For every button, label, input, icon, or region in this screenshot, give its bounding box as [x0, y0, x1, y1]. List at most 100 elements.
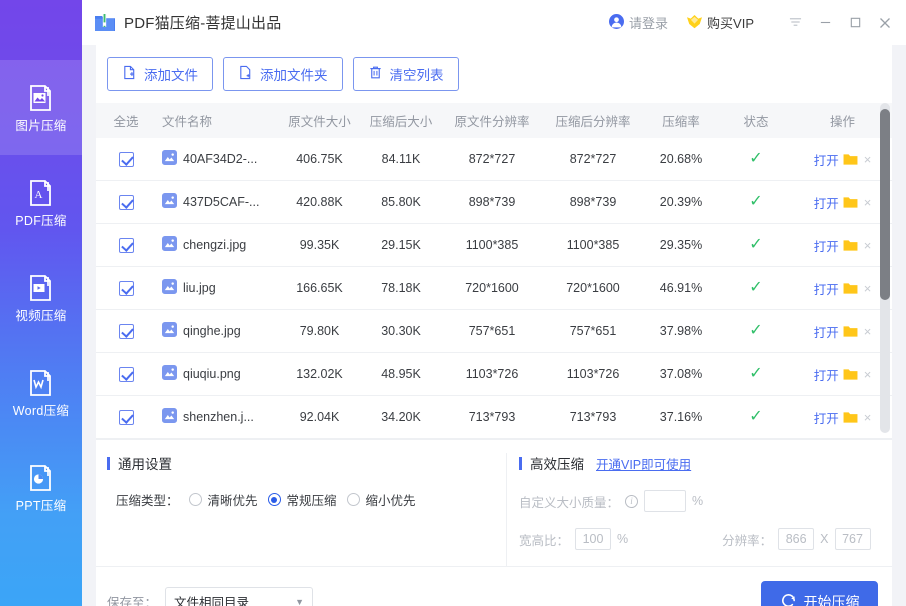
- image-file-icon: [162, 365, 177, 383]
- buy-vip-button[interactable]: 购买VIP: [686, 13, 754, 32]
- table-row[interactable]: 40AF34D2-... 406.75K 84.11K 872*727 872*727 2…: [96, 138, 892, 181]
- folder-icon[interactable]: [843, 368, 858, 381]
- row-ratio: 37.08%: [659, 367, 703, 381]
- row-file-name: shenzhen.j...: [183, 410, 254, 424]
- remove-file-button[interactable]: ×: [864, 195, 872, 210]
- sidebar-item-video-compress[interactable]: 视频压缩: [0, 250, 82, 345]
- column-file-name: 文件名称: [162, 115, 213, 129]
- open-file-link[interactable]: 打开: [814, 150, 839, 169]
- row-checkbox[interactable]: [118, 409, 134, 425]
- custom-quality-row: 自定义大小质量： i %: [519, 490, 892, 512]
- zip-folder-icon: [94, 12, 116, 34]
- sidebar-item-word-compress[interactable]: Word压缩: [0, 345, 82, 440]
- row-checkbox[interactable]: [118, 194, 134, 210]
- resolution-height-input[interactable]: 767: [834, 528, 871, 550]
- table-row[interactable]: liu.jpg 166.65K 78.18K 720*1600 720*1600 46.9…: [96, 267, 892, 310]
- row-file-name: liu.jpg: [183, 281, 216, 295]
- row-status: ✓: [719, 280, 793, 296]
- column-orig-res: 原文件分辨率: [454, 115, 530, 129]
- trash-icon: [368, 65, 383, 83]
- open-vip-link[interactable]: 开通VIP即可使用: [596, 454, 691, 473]
- buy-vip-label: 购买VIP: [707, 16, 754, 31]
- row-comp-size: 78.18K: [381, 281, 421, 295]
- row-orig-size: 406.75K: [296, 152, 343, 166]
- folder-icon[interactable]: [843, 239, 858, 252]
- row-checkbox[interactable]: [118, 237, 134, 253]
- radio-normal-compress[interactable]: [267, 493, 281, 506]
- user-avatar-icon: [609, 13, 625, 32]
- aspect-ratio-input[interactable]: 100: [575, 528, 612, 550]
- column-comp-res: 压缩后分辨率: [555, 115, 631, 129]
- remove-file-button[interactable]: ×: [864, 281, 872, 296]
- remove-file-button[interactable]: ×: [864, 367, 872, 382]
- menu-icon[interactable]: [780, 0, 810, 45]
- row-comp-res: 898*739: [569, 195, 617, 209]
- table-scrollbar[interactable]: [880, 103, 890, 433]
- minimize-icon[interactable]: [810, 0, 840, 45]
- efficient-settings: 高效压缩 开通VIP即可使用 自定义大小质量： i % 宽高比： 100 % 分…: [506, 453, 892, 566]
- row-file-cell: liu.jpg: [156, 279, 278, 297]
- row-actions: 打开 ×: [793, 279, 892, 298]
- start-compress-button[interactable]: 开始压缩: [761, 580, 878, 606]
- table-header-row: 全选 文件名称 原文件大小 压缩后大小 原文件分辨率 压缩后分辨率 压缩率 状态…: [96, 103, 892, 138]
- open-file-link[interactable]: 打开: [814, 365, 839, 384]
- row-orig-size: 92.04K: [299, 410, 340, 424]
- check-icon: ✓: [749, 365, 763, 382]
- table-row[interactable]: chengzi.jpg 99.35K 29.15K 1100*385 1100*385 2…: [96, 224, 892, 267]
- remove-file-button[interactable]: ×: [864, 238, 872, 253]
- settings-panel: 通用设置 压缩类型： 清晰优先 常规压缩 缩小优先 高效压缩 开通VIP即可使用…: [96, 439, 892, 566]
- add-file-button[interactable]: 添加文件: [107, 57, 213, 91]
- row-ratio: 37.16%: [659, 410, 703, 424]
- info-icon[interactable]: i: [625, 494, 639, 508]
- row-checkbox[interactable]: [118, 323, 134, 339]
- row-file-name: 40AF34D2-...: [183, 152, 258, 166]
- maximize-icon[interactable]: [840, 0, 870, 45]
- sidebar-item-image-compress[interactable]: 图片压缩: [0, 60, 82, 155]
- custom-quality-input[interactable]: [644, 490, 687, 512]
- folder-icon[interactable]: [843, 282, 858, 295]
- column-select-all[interactable]: 全选: [96, 111, 156, 130]
- open-file-link[interactable]: 打开: [814, 408, 839, 427]
- folder-icon[interactable]: [843, 411, 858, 424]
- remove-file-button[interactable]: ×: [864, 324, 872, 339]
- open-file-link[interactable]: 打开: [814, 279, 839, 298]
- save-location-value: 文件相同目录: [174, 596, 250, 606]
- row-checkbox[interactable]: [118, 280, 134, 296]
- open-file-link[interactable]: 打开: [814, 193, 839, 212]
- image-compress-icon: [26, 83, 56, 113]
- open-file-link[interactable]: 打开: [814, 236, 839, 255]
- folder-icon[interactable]: [843, 153, 858, 166]
- add-folder-button[interactable]: 添加文件夹: [223, 57, 343, 91]
- folder-icon[interactable]: [843, 196, 858, 209]
- sidebar-item-pdf-compress[interactable]: A PDF压缩: [0, 155, 82, 250]
- row-comp-res: 1103*726: [566, 367, 620, 381]
- resolution-width-input[interactable]: 866: [778, 528, 815, 550]
- word-compress-icon: [26, 368, 56, 398]
- radio-clarity-first[interactable]: [188, 493, 202, 506]
- pdf-compress-icon: A: [26, 178, 56, 208]
- row-ratio: 29.35%: [659, 238, 703, 252]
- table-row[interactable]: qinghe.jpg 79.80K 30.30K 757*651 757*651 37.9…: [96, 310, 892, 353]
- row-checkbox[interactable]: [118, 366, 134, 382]
- close-icon[interactable]: [870, 0, 900, 45]
- table-row[interactable]: qiuqiu.png 132.02K 48.95K 1103*726 1103*726 3…: [96, 353, 892, 396]
- sidebar-item-ppt-compress[interactable]: PPT压缩: [0, 440, 82, 535]
- login-button[interactable]: 请登录: [609, 13, 668, 32]
- open-file-link[interactable]: 打开: [814, 322, 839, 341]
- remove-file-button[interactable]: ×: [864, 152, 872, 167]
- row-checkbox-cell: [96, 151, 156, 167]
- table-row[interactable]: 437D5CAF-... 420.88K 85.80K 898*739 898*739 2…: [96, 181, 892, 224]
- folder-icon[interactable]: [843, 325, 858, 338]
- clear-list-button[interactable]: 清空列表: [352, 57, 459, 91]
- window-title: PDF猫压缩-菩提山出品: [124, 15, 282, 32]
- radio-size-first[interactable]: [346, 493, 360, 506]
- app-window: 图片压缩 A PDF压缩 视频压缩 Word压缩 PPT压缩 PDF猫压缩-菩提…: [0, 0, 906, 606]
- remove-file-button[interactable]: ×: [864, 410, 872, 425]
- image-file-icon: [162, 279, 177, 297]
- table-scrollbar-thumb[interactable]: [880, 109, 890, 301]
- row-checkbox[interactable]: [118, 151, 134, 167]
- table-row[interactable]: shenzhen.j... 92.04K 34.20K 713*793 713*793 3…: [96, 396, 892, 439]
- save-location-select[interactable]: 文件相同目录 ▼: [165, 586, 314, 606]
- sidebar-item-label: 视频压缩: [15, 308, 67, 323]
- row-actions: 打开 ×: [793, 322, 892, 341]
